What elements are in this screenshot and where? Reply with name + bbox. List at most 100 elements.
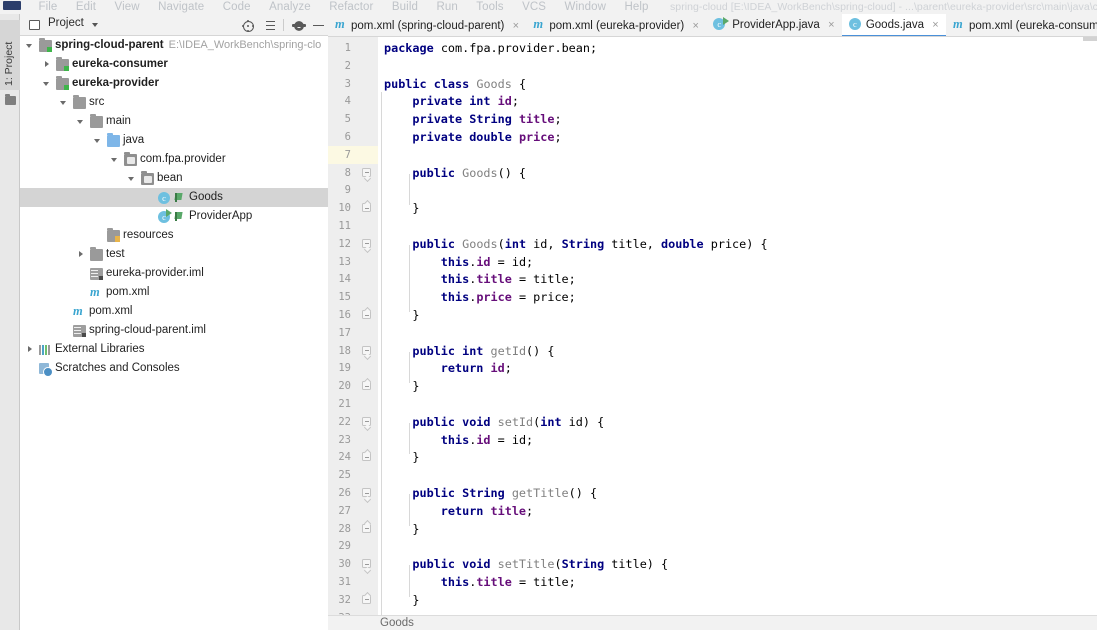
editor-fold-markers[interactable] [356,37,378,615]
tree-node-eureka-consumer[interactable]: eureka-consumer [20,55,328,74]
scratches-icon [39,363,53,377]
menu-item-analyze[interactable]: Analyze [262,1,318,13]
close-icon[interactable]: × [689,15,702,36]
tree-node-resources[interactable]: resources [20,226,328,245]
chevron-down-icon[interactable] [92,23,98,27]
fold-marker[interactable] [362,381,371,391]
tree-node-label: eureka-provider.iml [106,267,204,279]
editor-tab-pom-xml-eureka-consumer[interactable]: m pom.xml (eureka-consumer [946,14,1097,36]
tree-node-providerapp[interactable]: c ProviderApp [20,207,328,226]
tree-node-pom-xml[interactable]: m pom.xml [20,283,328,302]
chevron-down-icon[interactable] [111,156,118,163]
indent-guide [409,565,411,597]
fold-marker[interactable] [362,523,371,533]
tree-node-eureka-provider[interactable]: eureka-provider [20,74,328,93]
window-title: spring-cloud [E:\IDEA_WorkBench\spring-c… [670,1,1097,13]
code-token: int [540,414,569,429]
code-line: } [412,520,419,538]
left-tool-strip: 1: Project [0,14,20,630]
tree-node-path: E:\IDEA_WorkBench\spring-clo [168,39,322,51]
tree-node-spring-cloud-parent-iml[interactable]: spring-cloud-parent.iml [20,321,328,340]
fold-marker[interactable] [362,310,371,319]
tree-node-scratches-and-consoles[interactable]: Scratches and Consoles [20,359,328,378]
tree-node-bean[interactable]: bean [20,169,328,188]
fold-marker[interactable] [362,238,371,248]
menu-item-tools[interactable]: Tools [469,1,510,13]
close-icon[interactable]: × [509,15,522,36]
chevron-down-icon[interactable] [128,175,135,182]
code-token: title [490,503,527,518]
app-logo-icon [3,1,21,10]
tree-node-test[interactable]: test [20,245,328,264]
code-line: public Goods(int id, String title, doubl… [412,235,767,253]
tree-node-spring-cloud-parent[interactable]: spring-cloud-parent E:\IDEA_WorkBench\spr… [20,36,328,55]
settings-gear-icon[interactable] [291,18,306,33]
menu-item-edit[interactable]: Edit [69,1,103,13]
editor-tab-label: pom.xml (eureka-provider) [549,19,685,32]
line-number: 15 [338,291,351,304]
locate-icon[interactable] [240,18,255,33]
code-token: () { [526,343,555,358]
code-token: return [440,361,491,376]
fold-marker[interactable] [362,203,371,213]
chevron-right-icon[interactable] [26,346,33,353]
menu-item-run[interactable]: Run [429,1,464,13]
code-line: } [412,591,419,609]
editor-tab-pom-xml-eureka-provider[interactable]: m pom.xml (eureka-provider) × [526,14,706,36]
fold-marker[interactable] [362,416,371,426]
tree-node-src[interactable]: src [20,93,328,112]
code-line: public int getId() { [412,342,554,360]
menu-item-navigate[interactable]: Navigate [151,1,211,13]
fold-marker[interactable] [362,488,371,497]
code-token: () { [497,165,527,180]
chevron-right-icon[interactable] [77,251,84,258]
line-number: 21 [338,398,351,410]
fold-marker[interactable] [362,345,371,355]
menu-item-vcs[interactable]: VCS [515,1,553,13]
menu-item-window[interactable]: Window [558,1,614,13]
tree-node-goods[interactable]: c Goods [20,188,328,207]
hide-icon[interactable] [311,18,326,33]
close-icon[interactable]: × [929,14,942,36]
project-tree[interactable]: spring-cloud-parent E:\IDEA_WorkBench\spr… [20,36,328,621]
code-editor[interactable]: package com.fpa.provider.bean; public cla… [328,37,1097,615]
fold-marker[interactable] [362,167,371,177]
editor-tab-goods-java[interactable]: c Goods.java × [841,14,947,36]
chevron-down-icon[interactable] [94,137,101,144]
chevron-down-icon[interactable] [26,42,33,49]
menu-item-code[interactable]: Code [216,1,258,13]
chevron-down-icon[interactable] [43,80,50,87]
code-token: price [476,290,512,305]
tree-node-main[interactable]: main [20,112,328,131]
tree-node-external-libraries[interactable]: External Libraries [20,340,328,359]
code-token: setId [497,414,534,429]
fold-marker[interactable] [362,594,371,604]
package-icon [141,171,154,185]
close-icon[interactable]: × [825,14,838,36]
tree-node-com-fpa-provider[interactable]: com.fpa.provider [20,150,328,169]
tool-window-tab-project[interactable]: 1: Project [0,20,20,90]
code-token: setTitle [497,557,555,572]
menu-item-file[interactable]: File [31,1,64,13]
collapse-all-icon[interactable] [263,18,278,33]
editor-tab-pom-xml-spring-cloud-parent[interactable]: m pom.xml (spring-cloud-parent) × [328,14,526,36]
menu-item-view[interactable]: View [108,1,147,13]
code-token: public void [412,557,498,572]
chevron-right-icon[interactable] [43,61,50,68]
maven-file-icon: m [335,17,345,31]
fold-marker[interactable] [362,559,371,569]
editor-tab-providerapp-java[interactable]: c ProviderApp.java × [706,14,842,36]
chevron-down-icon[interactable] [60,99,67,106]
menu-item-help[interactable]: Help [617,1,655,13]
code-line: public Goods() { [412,164,526,182]
tree-node-pom-xml[interactable]: m pom.xml [20,302,328,321]
menu-item-build[interactable]: Build [385,1,425,13]
tree-node-eureka-provider-iml[interactable]: eureka-provider.iml [20,264,328,283]
menu-item-refactor[interactable]: Refactor [322,1,380,13]
fold-marker[interactable] [362,452,371,462]
chevron-down-icon[interactable] [77,118,84,125]
tree-node-java[interactable]: java [20,131,328,150]
editor-code-area[interactable]: package com.fpa.provider.bean; public cla… [378,37,1097,615]
editor-vertical-scrollbar[interactable] [1083,37,1097,41]
editor-tab-bar[interactable]: m pom.xml (spring-cloud-parent) × m pom.xml … [328,14,1097,37]
